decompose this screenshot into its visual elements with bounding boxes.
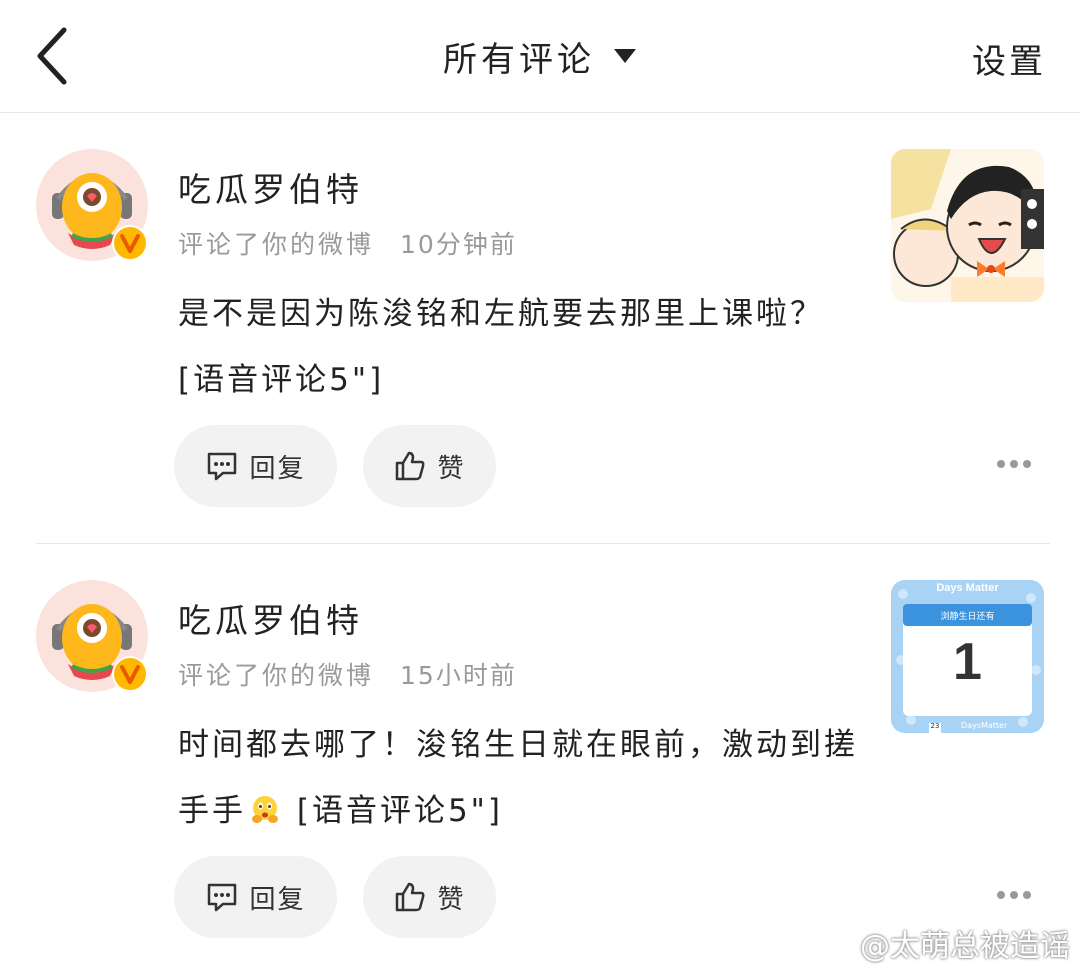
more-icon[interactable] (996, 458, 1032, 470)
comment-filter-dropdown[interactable]: 所有评论 (443, 32, 637, 81)
timestamp: 10分钟前 (400, 230, 517, 259)
thumb-day-count: 1 (953, 633, 982, 691)
username[interactable]: 吃瓜罗伯特 (178, 594, 363, 642)
thumb-date-badge: 23 (930, 722, 940, 730)
rubbing-hands-emoji-icon (252, 796, 278, 823)
like-label: 赞 (437, 453, 466, 484)
timestamp: 15小时前 (400, 661, 517, 690)
reply-label: 回复 (249, 884, 306, 915)
thumb-app-title: Days Matter (936, 582, 999, 594)
like-button[interactable]: 赞 (363, 425, 496, 507)
comments-page: 所有评论 设置 吃瓜罗伯特 评论了你的微博 10分钟前 是不是因为陈浚铭和左航要… (0, 0, 1080, 971)
comment-text: 时间都去哪了！浚铭生日就在眼前，激动到搓手手 [语音评论5"] (178, 712, 858, 844)
reply-button[interactable]: 回复 (174, 425, 337, 507)
comment-icon (208, 452, 237, 481)
comment-item: 吃瓜罗伯特 评论了你的微博 10分钟前 是不是因为陈浚铭和左航要去那里上课啦？ [… (0, 113, 1080, 543)
comment-text-part: [语音评论5"] (284, 793, 504, 829)
comment-meta: 评论了你的微博 10分钟前 (178, 225, 517, 261)
action-text: 评论了你的微博 (178, 230, 375, 259)
top-bar: 所有评论 设置 (0, 0, 1080, 113)
verified-v-icon (112, 225, 148, 261)
back-arrow-icon (37, 27, 67, 85)
comment-icon (208, 883, 237, 912)
like-button[interactable]: 赞 (363, 856, 496, 938)
settings-button[interactable]: 设置 (972, 34, 1046, 83)
username[interactable]: 吃瓜罗伯特 (178, 163, 363, 211)
caret-down-icon (614, 49, 636, 63)
comment-text: 是不是因为陈浚铭和左航要去那里上课啦？ [语音评论5"] (178, 296, 824, 398)
verified-v-icon (112, 656, 148, 692)
post-thumbnail[interactable]: Days Matter 浏静生日还有 1 23 DaysMatter (891, 580, 1044, 733)
action-text: 评论了你的微博 (178, 661, 375, 690)
back-button[interactable] (30, 24, 74, 88)
thumb-footer: DaysMatter (961, 721, 1008, 730)
comment-meta: 评论了你的微博 15小时前 (178, 656, 517, 692)
post-thumbnail[interactable] (891, 149, 1044, 302)
like-label: 赞 (437, 884, 466, 915)
more-icon[interactable] (996, 889, 1032, 901)
watermark-text: @太萌总被造谣 (860, 929, 1070, 964)
thumbs-up-icon (396, 882, 425, 912)
thumbs-up-icon (396, 451, 425, 481)
thumb-banner: 浏静生日还有 (940, 612, 995, 622)
reply-label: 回复 (249, 453, 306, 484)
comment-item: 吃瓜罗伯特 评论了你的微博 15小时前 时间都去哪了！浚铭生日就在眼前，激动到搓手… (0, 544, 1080, 971)
page-title: 所有评论 (443, 39, 595, 80)
comment-text-part: 时间都去哪了！浚铭生日就在眼前，激动到搓手手 (178, 727, 858, 829)
watermark: @太萌总被造谣 (814, 921, 1070, 965)
weibo-logo-icon (814, 930, 852, 959)
reply-button[interactable]: 回复 (174, 856, 337, 938)
